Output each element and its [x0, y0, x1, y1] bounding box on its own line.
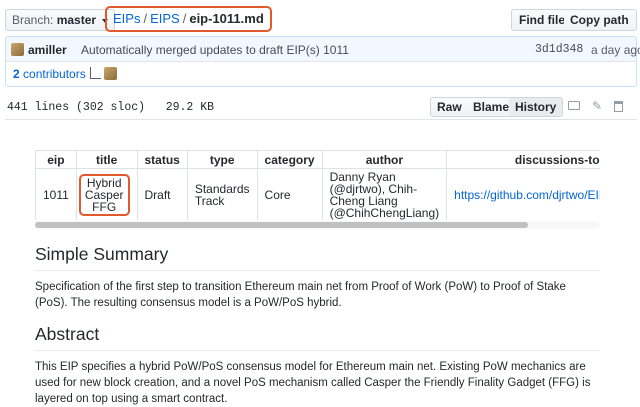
- history-icon: [90, 67, 101, 79]
- preamble-table: eip title status type category author di…: [35, 150, 600, 220]
- scrollbar-thumb[interactable]: [35, 222, 528, 228]
- file-header: 441 lines (302 sloc) 29.2 KB Raw Blame H…: [5, 96, 637, 120]
- col-header-author: author: [321, 150, 448, 169]
- history-button[interactable]: History: [509, 97, 564, 117]
- avatar[interactable]: [11, 43, 24, 56]
- discussions-link[interactable]: https://github.com/djrtwo/EIPs/issues/5: [454, 188, 600, 202]
- breadcrumb-separator: /: [182, 11, 187, 26]
- branch-select-button[interactable]: Branch: master: [5, 9, 116, 31]
- col-header-discussions: discussions-to: [446, 150, 600, 169]
- abstract-paragraph: This EIP specifies a hybrid PoW/PoS cons…: [35, 361, 591, 405]
- contributors-link[interactable]: 2 contributors: [13, 67, 86, 81]
- breadcrumb-repo-link[interactable]: EIPs: [113, 11, 140, 26]
- cell-author: Danny Ryan (@djrtwo), Chih-Cheng Liang (…: [321, 168, 448, 220]
- file-navigation: Branch: master EIPs / EIPS / eip-1011.md Fin…: [0, 0, 640, 36]
- summary-paragraph: Specification of the first step to trans…: [35, 281, 566, 309]
- col-header-category: category: [256, 150, 323, 169]
- commit-message-link[interactable]: Automatically merged updates to draft EI…: [81, 43, 349, 57]
- breadcrumb-current-file: eip-1011.md: [189, 11, 264, 26]
- contributors-count: 2: [13, 67, 20, 81]
- col-header-status: status: [136, 150, 188, 169]
- breadcrumb-folder-link[interactable]: EIPS: [150, 11, 180, 26]
- trash-icon[interactable]: [614, 101, 623, 112]
- branch-label: Branch:: [12, 13, 54, 27]
- col-header-eip: eip: [35, 150, 77, 169]
- raw-button[interactable]: Raw: [430, 97, 469, 117]
- pencil-icon[interactable]: ✎: [592, 100, 604, 112]
- heading-abstract: Abstract: [35, 324, 600, 351]
- col-header-title: title: [75, 150, 138, 169]
- cell-category: Core: [256, 168, 323, 220]
- contributors-bar: 2 contributors: [5, 61, 637, 87]
- file-info: 441 lines (302 sloc) 29.2 KB: [7, 101, 215, 114]
- breadcrumb-separator: /: [143, 11, 148, 26]
- cell-status: Draft: [136, 168, 188, 220]
- cell-discussions: https://github.com/djrtwo/EIPs/issues/5: [446, 168, 600, 220]
- commit-time: a day ago: [591, 43, 640, 57]
- cell-title: Hybrid Casper FFG: [75, 168, 138, 220]
- contributors-label: contributors: [23, 67, 86, 81]
- col-header-type: type: [186, 150, 258, 169]
- avatar[interactable]: [104, 67, 117, 80]
- branch-name: master: [56, 13, 97, 27]
- cell-type: Standards Track: [186, 168, 258, 220]
- desktop-icon[interactable]: [568, 101, 580, 110]
- breadcrumb: EIPs / EIPS / eip-1011.md: [105, 6, 272, 32]
- table-horizontal-scrollbar[interactable]: [35, 221, 600, 229]
- copy-path-button[interactable]: Copy path: [564, 9, 637, 31]
- table-row: 1011 Hybrid Casper FFG Draft Standards T…: [35, 168, 600, 220]
- commit-sha-link[interactable]: 3d1d348: [535, 43, 583, 56]
- heading-simple-summary: Simple Summary: [35, 244, 600, 271]
- highlighted-title: Hybrid Casper FFG: [78, 173, 130, 216]
- table-header-row: eip title status type category author di…: [35, 150, 600, 169]
- latest-commit-bar: amiller Automatically merged updates to …: [5, 36, 640, 62]
- cell-eip: 1011: [35, 168, 77, 220]
- commit-author-link[interactable]: amiller: [28, 43, 67, 57]
